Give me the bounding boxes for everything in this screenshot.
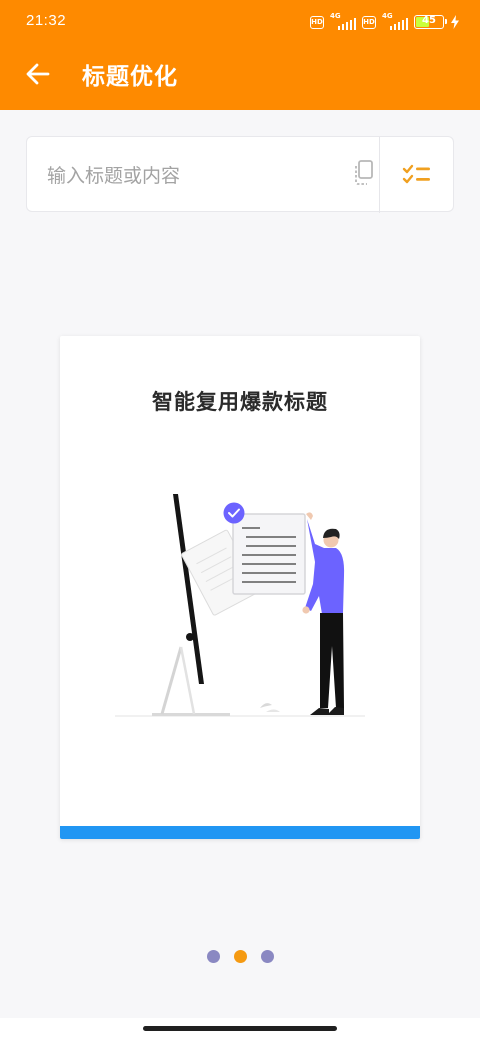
hd-icon: HD xyxy=(310,15,324,29)
signal-icon: 4G xyxy=(382,12,408,30)
feature-card-bar xyxy=(60,826,420,839)
status-icons: HD 4G HD 4G 45 xyxy=(310,12,460,32)
home-indicator[interactable] xyxy=(143,1026,337,1031)
header: 21:32 HD 4G HD 4G 45 标题优化 xyxy=(0,0,480,110)
checklist-icon xyxy=(402,164,430,184)
app-bar: 标题优化 xyxy=(0,44,480,110)
search-divider xyxy=(379,137,380,213)
search-card xyxy=(26,136,454,213)
hd-icon: HD xyxy=(362,15,376,29)
page-dot[interactable] xyxy=(260,950,274,963)
status-time: 21:32 xyxy=(26,12,67,29)
signal-icon: 4G xyxy=(330,12,356,30)
search-input[interactable] xyxy=(47,159,327,193)
feature-card[interactable]: 智能复用爆款标题 xyxy=(60,336,420,839)
checklist-button[interactable] xyxy=(389,149,445,201)
status-bar: 21:32 HD 4G HD 4G 45 xyxy=(0,0,480,44)
person-with-documents-illustration xyxy=(115,494,365,717)
battery-level: 45 xyxy=(422,15,436,26)
battery-icon: 45 xyxy=(414,15,447,29)
page-title: 标题优化 xyxy=(82,64,178,90)
feature-title: 智能复用爆款标题 xyxy=(152,390,328,414)
paste-icon[interactable] xyxy=(351,159,377,187)
back-arrow-icon[interactable] xyxy=(22,58,54,90)
page-dot[interactable] xyxy=(206,950,220,963)
page-dot[interactable] xyxy=(233,950,247,963)
page-indicator xyxy=(0,950,480,963)
charging-bolt-icon xyxy=(451,15,459,29)
screen: 21:32 HD 4G HD 4G 45 标题优化 输入标题或内容 智能复用爆款… xyxy=(0,0,480,1040)
